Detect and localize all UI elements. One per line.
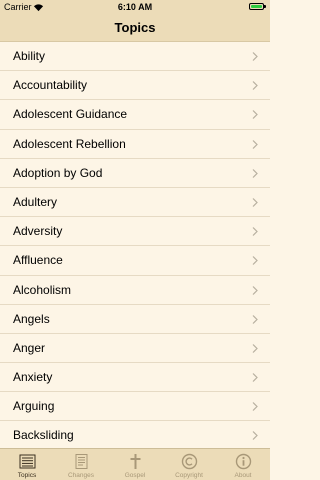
topic-row[interactable]: Adoption by God [0,158,270,188]
topic-label: Backsliding [13,428,74,443]
topic-label: Ability [13,49,46,63]
navigation-bar: Topics [0,14,270,42]
page-title: Topics [114,20,156,35]
topic-label: Adolescent Rebellion [13,136,126,151]
tab-label: About [234,472,252,479]
topic-row[interactable]: Angels [0,304,270,334]
copyright-icon [181,453,197,470]
chevron-right-icon [252,139,258,149]
topic-label: Angels [13,311,50,326]
cross-icon [130,454,140,469]
chevron-right-icon [252,81,258,91]
tab-label: Gospel [124,472,146,479]
tab-gospel[interactable]: Gospel [108,449,162,480]
topic-row[interactable]: Adultery [0,187,270,218]
topic-label: Adversity [13,224,63,239]
topic-row[interactable]: Affluence [0,246,270,276]
topic-row[interactable]: Anger [0,333,270,364]
chevron-right-icon [252,198,258,207]
topic-label: Arguing [13,399,55,414]
chevron-right-icon [252,227,258,237]
notes-icon [75,454,87,469]
chevron-right-icon [252,373,258,382]
chevron-right-icon [252,110,258,120]
topic-row[interactable]: Alcoholism [0,275,270,305]
topic-label: Anger [13,340,46,355]
tab-topics[interactable]: Topics [0,449,54,480]
tab-changes[interactable]: Changes [54,449,108,480]
chevron-right-icon [252,52,258,61]
topic-row[interactable]: Anxiety [0,363,270,393]
chevron-right-icon [252,402,258,412]
topic-row[interactable]: Backsliding [0,421,270,448]
chevron-right-icon [252,256,258,266]
topic-row[interactable]: Accountability [0,71,270,101]
topic-label: Anxiety [13,370,53,385]
tab-bar: Topics Changes Gospel Copyright About [0,448,270,480]
topic-label: Adultery [13,194,58,209]
chevron-right-icon [252,431,258,441]
tab-copyright[interactable]: Copyright [162,449,216,480]
tab-label: Changes [67,472,95,479]
topic-label: Adoption by God [13,165,103,180]
tab-label: Topics [17,472,37,479]
tab-label: Copyright [175,472,203,479]
chevron-right-icon [252,314,258,324]
topic-row[interactable]: Adversity [0,217,270,247]
topic-row[interactable]: Arguing [0,392,270,422]
status-time: 6:10 AM [117,2,153,12]
list-icon [19,454,35,469]
status-bar: Carrier 6:10 AM [0,0,270,14]
battery-icon [249,3,266,10]
topic-label: Affluence [13,253,63,268]
topic-list[interactable]: Ability Accountability Adolescent Guidan… [0,42,270,448]
topic-label: Alcoholism [13,282,72,297]
topic-row[interactable]: Ability [0,42,270,72]
topic-row[interactable]: Adolescent Guidance [0,100,270,130]
info-icon [235,453,251,470]
topic-label: Adolescent Guidance [13,107,128,122]
topic-row[interactable]: Adolescent Rebellion [0,129,270,159]
chevron-right-icon [252,343,258,353]
chevron-right-icon [252,285,258,295]
tab-about[interactable]: About [216,449,270,480]
chevron-right-icon [252,168,258,178]
topic-label: Accountability [13,78,88,93]
